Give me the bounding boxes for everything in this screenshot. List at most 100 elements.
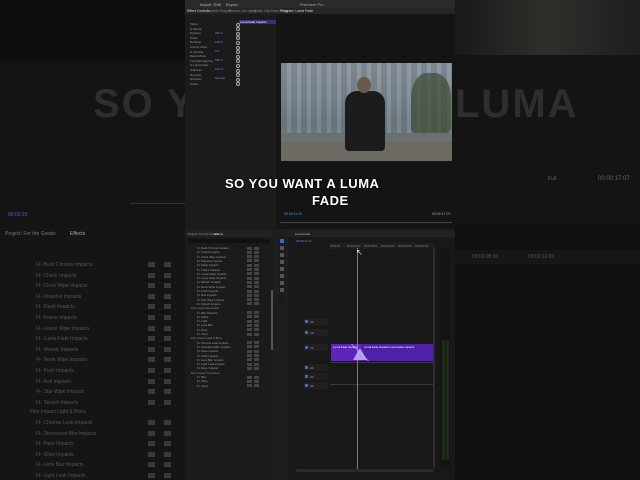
ec-value[interactable]: 960.0: [215, 58, 223, 62]
background-effect-item: Ft- Glow Impacts: [36, 451, 74, 458]
ec-row-label[interactable]: Video: [190, 22, 198, 26]
accelerated-icon: [247, 315, 252, 319]
yuv-icon: [254, 362, 259, 366]
ec-value[interactable]: 0.0: [215, 49, 219, 53]
ec-row-label[interactable]: Reverse: [190, 73, 201, 77]
yuv-icon: [254, 345, 259, 349]
ec-value[interactable]: Normal: [215, 76, 225, 80]
keyframe-toggle-icon[interactable]: [236, 22, 240, 27]
background-photo: [455, 0, 640, 55]
ec-row-label[interactable]: Direction: [190, 77, 202, 81]
accelerated-icon: [247, 349, 252, 353]
background-effect-item: Ft- Linear Wipe Impacts: [36, 325, 90, 332]
menu-import[interactable]: Import: [200, 2, 211, 7]
clip-label-2: Luma Fade Impacts Luma Fade Impacts: [364, 345, 415, 349]
slip-tool-icon[interactable]: [280, 267, 284, 271]
track-target-button[interactable]: [305, 320, 308, 323]
yuv-icon: [254, 328, 259, 332]
timeline-vertical-scrollbar[interactable]: [433, 248, 435, 468]
ripple-tool-icon[interactable]: [280, 253, 284, 257]
selection-tool-icon[interactable]: [280, 239, 284, 243]
ec-row-label[interactable]: Softness: [190, 68, 202, 72]
track-target-button[interactable]: [305, 346, 308, 349]
track-label: A2: [310, 374, 314, 379]
effects-scrollbar[interactable]: [271, 290, 273, 350]
ec-row-label[interactable]: Rotation: [190, 40, 201, 44]
hand-tool-icon[interactable]: [280, 281, 284, 285]
pen-tool-icon[interactable]: [280, 274, 284, 278]
person: [345, 91, 385, 151]
ec-row-label[interactable]: fx Motion: [190, 27, 202, 31]
background-fx-icon: [148, 430, 155, 436]
track-label: V3: [310, 319, 314, 324]
ec-value[interactable]: 100 %: [215, 67, 224, 71]
effect-item[interactable]: Ft- Zoom: [197, 384, 208, 388]
background-time-1: 00:00:08:00: [472, 254, 499, 260]
ec-row-label[interactable]: fx Opacity: [190, 50, 203, 54]
ec-row-label[interactable]: Scale: [190, 36, 198, 40]
timeline-tabs: [288, 231, 455, 237]
razor-tool-icon[interactable]: [280, 260, 284, 264]
ec-row-label[interactable]: Time Remapping: [190, 59, 213, 63]
program-timecode[interactable]: 00:00:11:22: [284, 212, 302, 216]
keyframe-toggle-icon[interactable]: [236, 77, 240, 82]
keyframe-toggle-icon[interactable]: [236, 45, 240, 50]
yuv-icon: [254, 250, 259, 254]
ec-value[interactable]: 100.0: [215, 40, 223, 44]
ec-row-label[interactable]: Audio: [190, 82, 198, 86]
background-fx-icon: [148, 473, 155, 478]
program-scrubber[interactable]: [280, 222, 452, 223]
keyframe-toggle-icon[interactable]: [236, 63, 240, 68]
tab-lumetri[interactable]: Lumetri Scopes: [207, 9, 231, 13]
background-fx-icon: [148, 293, 155, 299]
person-head: [357, 77, 371, 93]
tab-source[interactable]: Source: (no clips): [229, 9, 256, 13]
effects-search-input[interactable]: [188, 239, 270, 243]
accelerated-icon: [247, 246, 252, 250]
tab-effects[interactable]: Effects: [214, 232, 223, 236]
timeline-horizontal-scrollbar[interactable]: [296, 469, 434, 472]
playhead[interactable]: [357, 248, 358, 470]
background-effect-item: Ft- Flare Impacts: [36, 441, 74, 448]
background-fx-icon: [148, 283, 155, 289]
menu-export[interactable]: Export: [226, 2, 238, 7]
keyframe-toggle-icon[interactable]: [236, 40, 240, 45]
yuv-icon: [254, 379, 259, 383]
accelerated-icon: [247, 280, 252, 284]
caption-line-2: FADE: [312, 193, 349, 208]
tab-program[interactable]: Program: Luma Fade: [280, 9, 313, 13]
ec-row-label[interactable]: Anchor Point: [190, 45, 207, 49]
background-fx-icon: [148, 262, 155, 267]
ec-value[interactable]: 960.0: [215, 31, 223, 35]
background-fx-icon: [148, 389, 155, 395]
menu-edit[interactable]: Edit: [214, 2, 221, 7]
yuv-icon: [254, 289, 259, 293]
background-effect-item: Ft- Check Impacts: [36, 272, 77, 279]
timeline-tab[interactable]: Luma Fade: [295, 232, 310, 236]
timeline-tick-label: 00:00:20:00: [415, 245, 429, 248]
background-fx-icon: [164, 336, 171, 342]
timeline-timecode[interactable]: 00:00:11:22: [296, 239, 312, 243]
track-target-button[interactable]: [305, 375, 308, 378]
ec-row-label[interactable]: Blend Mode: [190, 54, 206, 58]
keyframe-toggle-icon[interactable]: [236, 31, 240, 36]
keyframe-toggle-icon[interactable]: [236, 68, 240, 73]
accelerated-icon: [247, 289, 252, 293]
background-fx-icon: [164, 399, 171, 405]
type-tool-icon[interactable]: [280, 288, 284, 292]
track-target-button[interactable]: [305, 331, 308, 334]
yuv-icon: [254, 263, 259, 267]
yuv-icon: [254, 319, 259, 323]
background-fx-icon: [164, 262, 171, 267]
track-select-tool-icon[interactable]: [280, 246, 284, 250]
ec-row-label[interactable]: Position: [190, 31, 201, 35]
yuv-icon: [254, 293, 259, 297]
yuv-icon: [254, 341, 259, 345]
yuv-icon: [254, 358, 259, 362]
track-target-button[interactable]: [305, 384, 308, 387]
accelerated-icon: [247, 302, 252, 306]
background-top: [0, 0, 185, 60]
track-target-button[interactable]: [305, 366, 308, 369]
ec-row-label[interactable]: fx Luma Fade: [190, 63, 208, 67]
keyframe-toggle-icon[interactable]: [236, 54, 240, 59]
